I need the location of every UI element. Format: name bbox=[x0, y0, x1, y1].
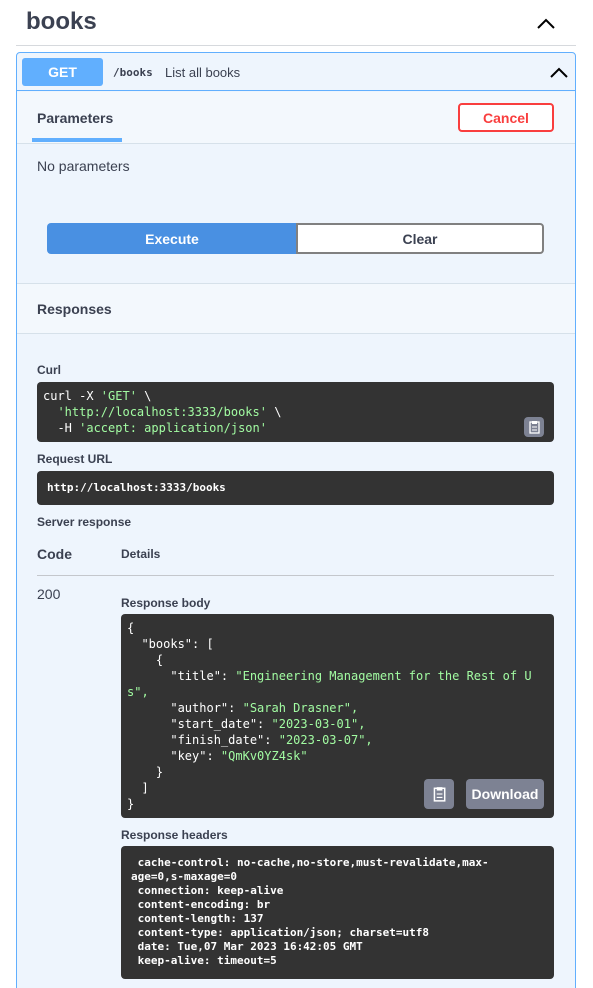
operation-collapse-chevron-up-icon[interactable] bbox=[547, 62, 571, 82]
parameters-header: Parameters Cancel bbox=[17, 92, 575, 144]
code-column-header: Code bbox=[37, 546, 72, 562]
header-line: connection: keep-alive bbox=[131, 884, 284, 897]
tag-collapse-chevron-up-icon[interactable] bbox=[534, 12, 558, 34]
header-line: content-type: application/json; charset=… bbox=[131, 926, 430, 939]
response-headers-block[interactable]: cache-control: no-cache,no-store,must-re… bbox=[121, 846, 554, 979]
clear-button[interactable]: Clear bbox=[296, 223, 544, 254]
request-url-label: Request URL bbox=[37, 452, 113, 466]
response-headers-label: Response headers bbox=[121, 828, 228, 842]
response-body-label: Response body bbox=[121, 596, 211, 610]
copy-body-clipboard-icon[interactable] bbox=[424, 779, 454, 809]
tab-parameters[interactable]: Parameters bbox=[37, 110, 113, 126]
tab-active-indicator bbox=[32, 138, 122, 142]
json-line: } bbox=[127, 765, 164, 779]
curl-label: Curl bbox=[37, 363, 61, 377]
json-line: "start_date": "2023-03-01", bbox=[127, 717, 366, 731]
curl-block[interactable]: curl -X 'GET' \ 'http://localhost:3333/b… bbox=[37, 382, 554, 442]
no-parameters-text: No parameters bbox=[37, 158, 130, 174]
table-divider bbox=[37, 575, 554, 576]
json-line: { bbox=[127, 653, 164, 667]
server-response-label: Server response bbox=[37, 515, 132, 529]
json-line: { bbox=[127, 621, 135, 635]
status-code: 200 bbox=[37, 586, 61, 602]
json-line: s", bbox=[127, 685, 149, 699]
responses-title: Responses bbox=[37, 301, 112, 317]
header-line: cache-control: no-cache,no-store,must-re… bbox=[131, 856, 489, 869]
json-line: "key": "QmKv0YZ4sk" bbox=[127, 749, 308, 763]
header-line: content-encoding: br bbox=[131, 898, 271, 911]
responses-header: Responses bbox=[17, 283, 575, 334]
header-line: content-length: 137 bbox=[131, 912, 264, 925]
json-line: "author": "Sarah Drasner", bbox=[127, 701, 359, 715]
curl-line: curl -X 'GET' \ bbox=[43, 389, 152, 403]
header-line: keep-alive: timeout=5 bbox=[131, 954, 277, 967]
json-line: "finish_date": "2023-03-07", bbox=[127, 733, 373, 747]
tag-header[interactable]: books bbox=[16, 0, 576, 46]
operation-block: GET /books List all books Parameters Can… bbox=[16, 52, 576, 988]
header-line: date: Tue,07 Mar 2023 16:42:05 GMT bbox=[131, 940, 363, 953]
download-button[interactable]: Download bbox=[466, 779, 544, 809]
operation-summary[interactable]: GET /books List all books bbox=[17, 53, 575, 91]
method-badge: GET bbox=[22, 58, 103, 86]
execute-button[interactable]: Execute bbox=[47, 223, 297, 254]
curl-line: 'http://localhost:3333/books' \ bbox=[57, 405, 282, 419]
operation-path: /books bbox=[113, 66, 153, 79]
request-url-block[interactable]: http://localhost:3333/books bbox=[37, 471, 554, 505]
json-line: "books": [ bbox=[127, 637, 214, 651]
cancel-button[interactable]: Cancel bbox=[458, 103, 554, 132]
operation-description: List all books bbox=[165, 65, 241, 80]
tag-title: books bbox=[26, 8, 97, 35]
curl-line: -H 'accept: application/json' bbox=[43, 421, 267, 435]
request-url: http://localhost:3333/books bbox=[47, 481, 226, 494]
copy-curl-clipboard-icon[interactable] bbox=[524, 417, 544, 437]
header-line: age=0,s-maxage=0 bbox=[131, 870, 237, 883]
details-column-header: Details bbox=[121, 547, 161, 561]
json-line: "title": "Engineering Management for the… bbox=[127, 669, 532, 683]
